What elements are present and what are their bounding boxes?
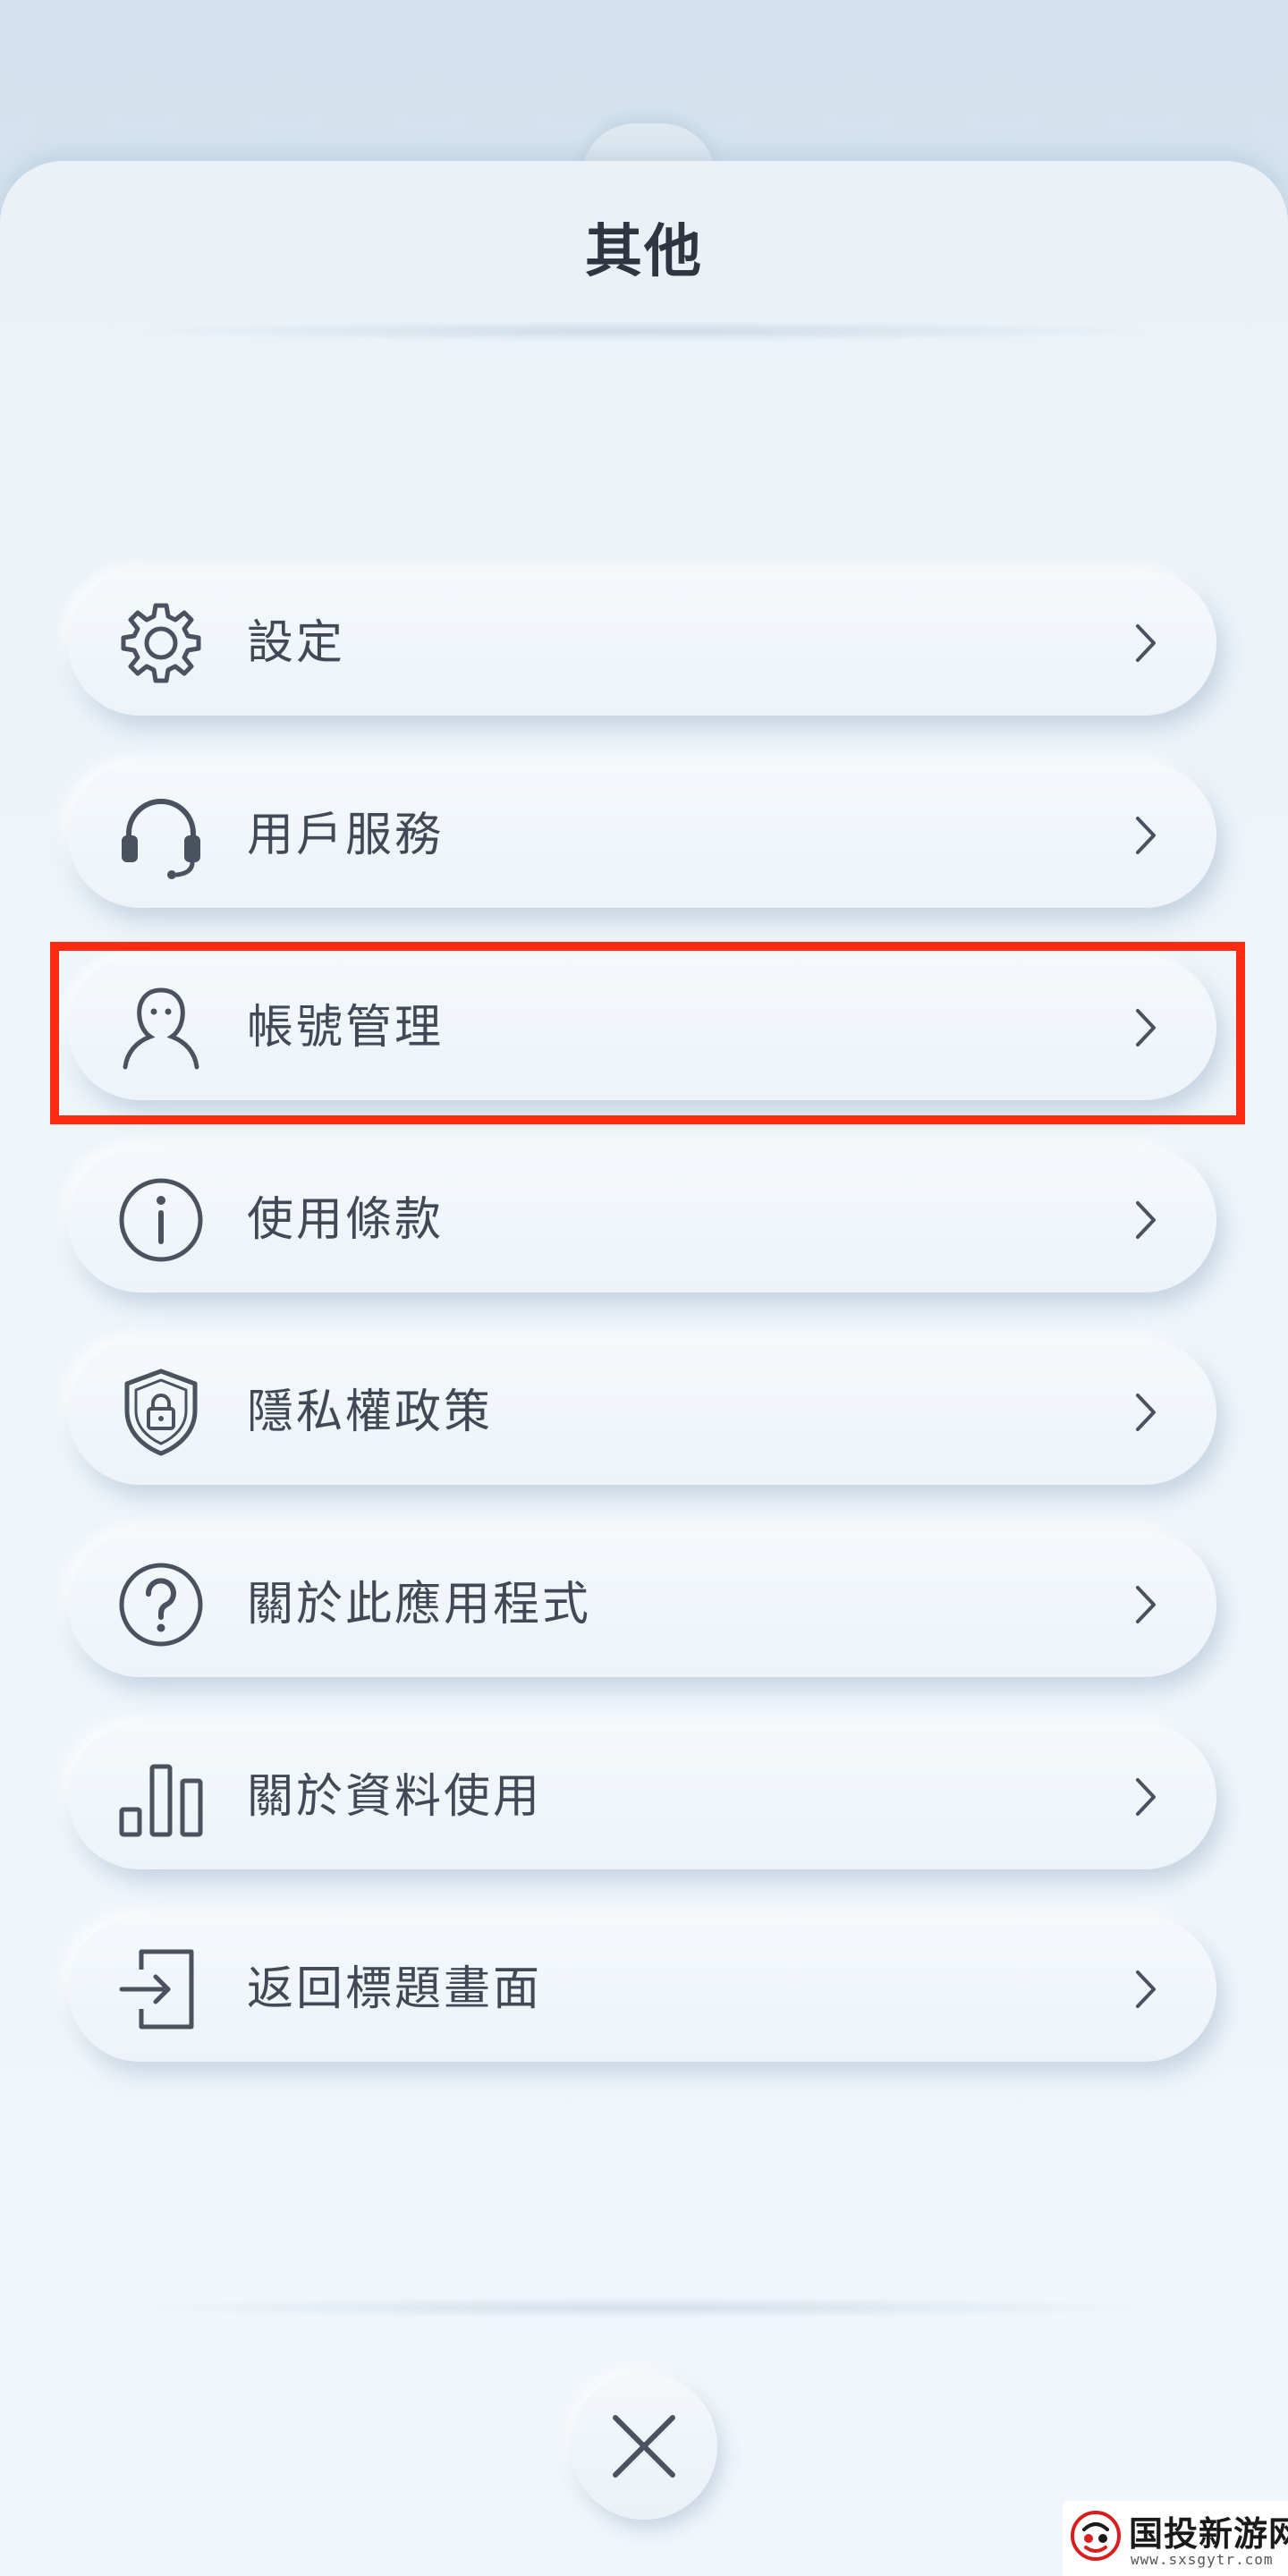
menu-item-label: 返回標題畫面 [247,1962,543,2016]
question-icon [114,1558,208,1651]
watermark-logo-icon [1070,2510,1122,2562]
menu-item-about-data-usage[interactable]: 關於資料使用 [68,1724,1216,1869]
menu-item-label: 帳號管理 [247,1001,445,1055]
chevron-right-icon [1123,1582,1168,1627]
chevron-right-icon [1123,1775,1168,1819]
menu-item-settings[interactable]: 設定 [68,571,1216,716]
menu-item-privacy-policy[interactable]: 隱私權政策 [68,1340,1216,1485]
menu-item-label: 用戶服務 [247,809,445,862]
menu-item-label: 關於資料使用 [247,1770,543,1824]
close-icon [613,2415,675,2478]
footer-divider [134,2297,1154,2318]
close-button[interactable] [571,2373,717,2520]
menu-item-customer-service[interactable]: 用戶服務 [68,763,1216,908]
chevron-right-icon [1123,1005,1168,1050]
menu-item-label: 使用條款 [247,1193,445,1247]
menu-item-label: 設定 [247,616,346,670]
menu-item-return-to-title[interactable]: 返回標題畫面 [68,1917,1216,2062]
chevron-right-icon [1123,1390,1168,1435]
chevron-right-icon [1123,813,1168,858]
menu-item-label: 隱私權政策 [247,1385,494,1439]
gear-icon [114,597,208,690]
shield-lock-icon [114,1366,208,1459]
chevron-right-icon [1123,1967,1168,2012]
headset-icon [114,789,208,882]
menu-item-terms-of-use[interactable]: 使用條款 [68,1148,1216,1292]
chevron-right-icon [1123,1198,1168,1242]
menu-list: 設定 用戶服務 帳號管理 使用條款 隱私權政策 關於此應用程式 關於資料使用 返… [0,0,1288,2147]
watermark-domain: www.sxsgytr.com [1131,2551,1274,2568]
menu-item-about-app[interactable]: 關於此應用程式 [68,1532,1216,1677]
user-icon [114,981,208,1074]
bar-chart-icon [114,1750,208,1843]
exit-icon [114,1943,208,2036]
menu-item-account-management[interactable]: 帳號管理 [68,955,1216,1100]
menu-item-label: 關於此應用程式 [247,1578,592,1631]
watermark-name: 国投新游网 [1129,2514,1288,2554]
chevron-right-icon [1123,621,1168,665]
info-icon [114,1174,208,1267]
watermark: 国投新游网 www.sxsgytr.com [1063,2501,1288,2576]
